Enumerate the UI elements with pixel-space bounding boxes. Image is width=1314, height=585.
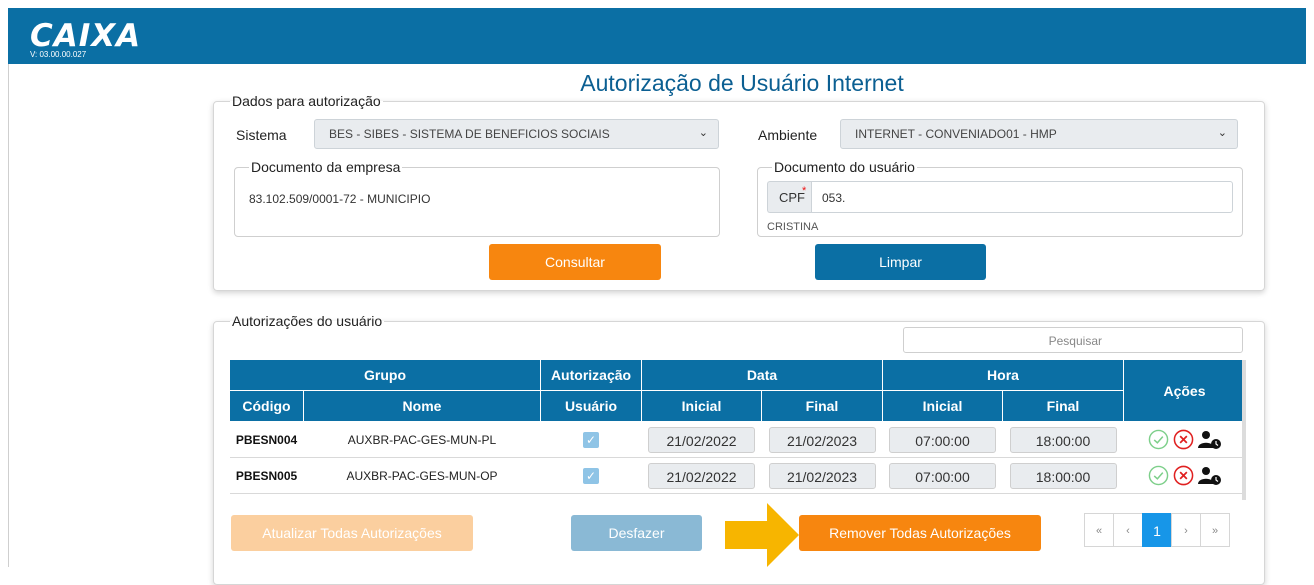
table-row: PBESN004 AUXBR-PAC-GES-MUN-PL ✓ 21/02/20… — [229, 421, 1246, 458]
required-marker: * — [802, 185, 807, 197]
chevron-down-icon: ⌄ — [698, 127, 708, 139]
hora-header: Hora — [882, 359, 1124, 391]
hora-final-field[interactable]: 18:00:00 — [1009, 462, 1117, 489]
sistema-select-value: BES - SIBES - SISTEMA DE BENEFICIOS SOCI… — [329, 127, 610, 141]
last-page-button[interactable]: » — [1200, 513, 1230, 547]
desfazer-button[interactable]: Desfazer — [571, 515, 702, 551]
pointer-arrow-icon — [725, 503, 799, 567]
usuario-name: CRISTINA — [767, 221, 819, 233]
empresa-document-value: 83.102.509/0001-72 - MUNICIPIO — [249, 192, 431, 206]
acoes-header: Ações — [1123, 359, 1246, 422]
hora-final-field[interactable]: 18:00:00 — [1009, 426, 1117, 453]
consultar-button[interactable]: Consultar — [489, 244, 661, 280]
cpf-addon: CPF * — [767, 181, 811, 213]
autorizacao-header: Autorização — [540, 359, 642, 391]
atualizar-todas-button[interactable]: Atualizar Todas Autorizações — [231, 515, 473, 551]
ambiente-select-value: INTERNET - CONVENIADO01 - HMP — [855, 127, 1057, 141]
hora-final-header: Final — [1002, 390, 1124, 422]
row-nome: AUXBR-PAC-GES-MUN-PL — [303, 421, 541, 458]
next-page-button[interactable]: › — [1171, 513, 1201, 547]
ambiente-select[interactable]: INTERNET - CONVENIADO01 - HMP ⌄ — [840, 119, 1238, 149]
row-codigo: PBESN004 — [229, 421, 304, 458]
version-label: V: 03.00.00.027 — [30, 50, 87, 59]
chevron-down-icon: ⌄ — [1217, 127, 1227, 139]
user-clock-icon[interactable] — [1197, 466, 1222, 486]
nome-header: Nome — [303, 390, 541, 422]
pagination: « ‹ 1 › » — [1084, 513, 1230, 547]
row-nome: AUXBR-PAC-GES-MUN-OP — [303, 457, 541, 494]
remover-todas-button[interactable]: Remover Todas Autorizações — [799, 515, 1041, 551]
usuario-checkbox[interactable]: ✓ — [583, 467, 599, 484]
data-inicial-field[interactable]: 21/02/2022 — [648, 426, 755, 453]
hora-inicial-header: Inicial — [882, 390, 1003, 422]
cpf-input[interactable]: 053. — [811, 181, 1233, 213]
data-final-field[interactable]: 21/02/2023 — [768, 426, 876, 453]
current-page-button[interactable]: 1 — [1142, 513, 1172, 547]
search-input[interactable]: Pesquisar — [903, 327, 1243, 353]
limpar-button[interactable]: Limpar — [815, 244, 986, 280]
grupo-header: Grupo — [229, 359, 541, 391]
table-row: PBESN005 AUXBR-PAC-GES-MUN-OP ✓ 21/02/20… — [229, 457, 1246, 494]
sistema-label: Sistema — [236, 127, 287, 143]
user-clock-icon[interactable] — [1197, 430, 1222, 450]
table-scrollbar[interactable] — [1242, 360, 1246, 500]
sistema-select[interactable]: BES - SIBES - SISTEMA DE BENEFICIOS SOCI… — [314, 119, 719, 149]
data-inicial-field[interactable]: 21/02/2022 — [648, 462, 755, 489]
prev-page-button[interactable]: ‹ — [1113, 513, 1143, 547]
usuario-checkbox[interactable]: ✓ — [583, 431, 599, 448]
approve-icon[interactable] — [1148, 465, 1169, 486]
hora-inicial-field[interactable]: 07:00:00 — [889, 462, 996, 489]
first-page-button[interactable]: « — [1084, 513, 1114, 547]
empresa-document-legend: Documento da empresa — [251, 159, 401, 175]
caixa-logo: CAIXA — [30, 18, 142, 54]
authorization-data-legend: Dados para autorização — [232, 93, 381, 109]
data-header: Data — [641, 359, 883, 391]
ambiente-label: Ambiente — [758, 127, 818, 143]
user-authorizations-legend: Autorizações do usuário — [232, 313, 383, 329]
reject-icon[interactable] — [1173, 429, 1194, 450]
codigo-header: Código — [229, 390, 304, 422]
data-inicial-header: Inicial — [641, 390, 762, 422]
data-final-field[interactable]: 21/02/2023 — [768, 462, 876, 489]
row-codigo: PBESN005 — [229, 457, 304, 494]
data-final-header: Final — [761, 390, 883, 422]
usuario-header: Usuário — [540, 390, 642, 422]
cpf-field[interactable]: CPF * 053. — [767, 181, 1233, 213]
approve-icon[interactable] — [1148, 429, 1169, 450]
usuario-document-legend: Documento do usuário — [774, 159, 915, 175]
reject-icon[interactable] — [1173, 465, 1194, 486]
top-bar: CAIXA V: 03.00.00.027 — [8, 8, 1306, 64]
hora-inicial-field[interactable]: 07:00:00 — [889, 426, 996, 453]
authorizations-table: Grupo Autorização Data Hora Ações Código… — [229, 359, 1246, 494]
